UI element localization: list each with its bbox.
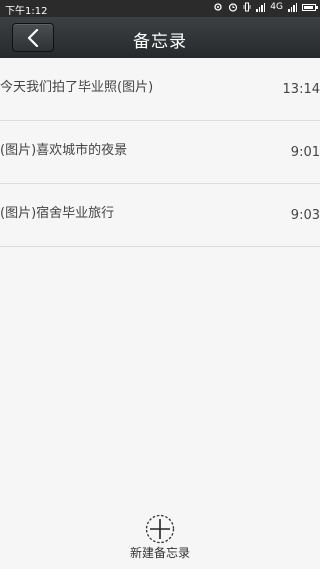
status-time: 下午1:12	[5, 6, 48, 17]
vibrate-icon	[243, 2, 251, 12]
signal-icon	[256, 2, 266, 12]
memo-title: (图片)喜欢城市的夜景	[0, 143, 128, 158]
memo-time: 9:03	[290, 208, 320, 223]
plus-circle-icon	[145, 514, 175, 544]
list-item[interactable]: 今天我们拍了毕业照(图片) 13:14	[0, 58, 320, 121]
memo-title: (图片)宿舍毕业旅行	[0, 206, 115, 221]
status-icons: 4G	[213, 2, 318, 12]
status-bar: 下午1:12 4G	[0, 0, 320, 17]
network-type: 4G	[270, 2, 283, 12]
memo-list: 今天我们拍了毕业照(图片) 13:14 (图片)喜欢城市的夜景 9:01 (图片…	[0, 58, 320, 247]
memo-time: 9:01	[290, 145, 320, 160]
nav-bar: 备忘录	[0, 17, 320, 58]
settings-icon	[214, 3, 222, 11]
page-title: 备忘录	[133, 32, 187, 52]
signal-icon-2	[288, 2, 297, 12]
list-item[interactable]: (图片)宿舍毕业旅行 9:03	[0, 184, 320, 247]
memo-time: 13:14	[282, 82, 320, 97]
list-item[interactable]: (图片)喜欢城市的夜景 9:01	[0, 121, 320, 184]
memo-title: 今天我们拍了毕业照(图片)	[0, 80, 154, 95]
alarm-icon	[229, 3, 238, 12]
new-memo-button[interactable]: 新建备忘录	[0, 514, 320, 561]
new-memo-label: 新建备忘录	[129, 546, 190, 560]
battery-icon	[302, 3, 318, 11]
